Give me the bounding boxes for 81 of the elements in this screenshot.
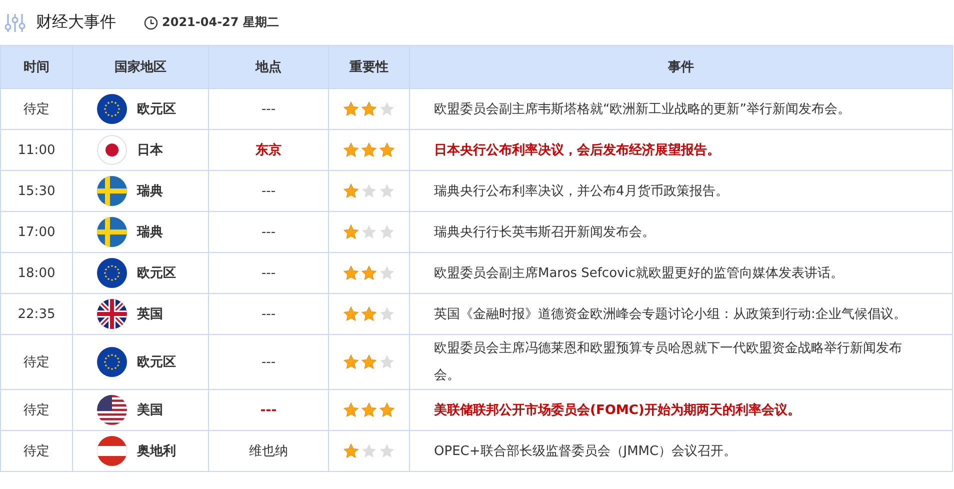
empty-star-icon bbox=[379, 443, 395, 459]
location-text: --- bbox=[261, 102, 276, 116]
time-cell: 待定 bbox=[0, 430, 72, 472]
column-header: 事件 bbox=[410, 46, 952, 88]
filled-star-icon bbox=[343, 224, 359, 240]
time-cell: 15:30 bbox=[0, 170, 72, 212]
date-label: 2021-04-27 星期二 bbox=[162, 14, 279, 31]
sliders-icon bbox=[4, 12, 26, 32]
event-text: 欧盟委员会副主席Maros Sefcovic就欧盟更好的监管向媒体发表讲话。 bbox=[434, 266, 844, 280]
clock-icon bbox=[144, 16, 158, 30]
flag-icon bbox=[97, 176, 127, 206]
filled-star-icon bbox=[361, 101, 377, 117]
empty-star-icon bbox=[361, 443, 377, 459]
column-header: 时间 bbox=[0, 46, 72, 88]
location-text: --- bbox=[261, 306, 276, 322]
country-name: 奥地利 bbox=[137, 443, 176, 460]
filled-star-icon bbox=[343, 183, 359, 199]
flag-icon bbox=[97, 217, 127, 247]
location-text: 东京 bbox=[256, 143, 282, 158]
column-header: 重要性 bbox=[328, 46, 410, 88]
location-text: --- bbox=[261, 184, 276, 198]
event-text: 日本央行公布利率决议，会后发布经济展望报告。 bbox=[434, 142, 720, 158]
flag-icon bbox=[97, 135, 127, 165]
event-text: 美联储联邦公开市场委员会(FOMC)开始为期两天的利率会议。 bbox=[434, 402, 800, 418]
country-name: 美国 bbox=[137, 402, 163, 419]
filled-star-icon bbox=[343, 402, 359, 418]
filled-star-icon bbox=[343, 354, 359, 370]
time-cell: 待定 bbox=[0, 88, 72, 130]
filled-star-icon bbox=[379, 142, 395, 158]
time-cell: 11:00 bbox=[0, 130, 72, 170]
filled-star-icon bbox=[361, 306, 377, 322]
flag-icon bbox=[97, 258, 127, 288]
event-text: 瑞典央行公布利率决议，并公布4月货币政策报告。 bbox=[434, 184, 728, 198]
column-header: 地点 bbox=[208, 46, 328, 88]
empty-star-icon bbox=[361, 183, 377, 199]
event-text: 欧盟委员会副主席韦斯塔格就“欧洲新工业战略的更新”举行新闻发布会。 bbox=[434, 102, 850, 116]
country-name: 英国 bbox=[137, 306, 163, 323]
empty-star-icon bbox=[379, 306, 395, 322]
event-text: OPEC+联合部长级监督委员会（JMMC）会议召开。 bbox=[434, 444, 737, 458]
time-cell: 待定 bbox=[0, 390, 72, 430]
filled-star-icon bbox=[343, 265, 359, 281]
filled-star-icon bbox=[379, 402, 395, 418]
empty-star-icon bbox=[379, 101, 395, 117]
flag-icon bbox=[97, 436, 127, 466]
empty-star-icon bbox=[379, 224, 395, 240]
country-name: 日本 bbox=[137, 142, 163, 159]
flag-icon bbox=[97, 94, 127, 124]
flag-icon bbox=[97, 299, 127, 329]
empty-star-icon bbox=[379, 183, 395, 199]
filled-star-icon bbox=[343, 443, 359, 459]
filled-star-icon bbox=[343, 306, 359, 322]
event-text: 欧盟委员会主席冯德莱恩和欧盟预算专员哈恩就下一代欧盟资金战略举行新闻发布会。 bbox=[434, 341, 902, 383]
country-name: 欧元区 bbox=[137, 354, 176, 371]
filled-star-icon bbox=[361, 354, 377, 370]
flag-icon bbox=[97, 395, 127, 425]
time-cell: 待定 bbox=[0, 334, 72, 390]
flag-icon bbox=[97, 347, 127, 377]
event-text: 瑞典央行行长英韦斯召开新闻发布会。 bbox=[434, 224, 655, 240]
location-text: 维也纳 bbox=[249, 444, 288, 459]
event-text: 英国《金融时报》道德资金欧洲峰会专题讨论小组：从政策到行动:企业气候倡议。 bbox=[434, 306, 906, 322]
time-cell: 17:00 bbox=[0, 212, 72, 252]
filled-star-icon bbox=[361, 142, 377, 158]
country-name: 欧元区 bbox=[137, 265, 176, 282]
empty-star-icon bbox=[379, 265, 395, 281]
country-name: 欧元区 bbox=[137, 101, 176, 118]
filled-star-icon bbox=[343, 142, 359, 158]
empty-star-icon bbox=[379, 354, 395, 370]
location-text: --- bbox=[261, 224, 276, 240]
location-text: --- bbox=[261, 266, 276, 280]
filled-star-icon bbox=[343, 101, 359, 117]
page-title: 财经大事件 bbox=[36, 12, 116, 33]
column-header: 国家地区 bbox=[72, 46, 208, 88]
location-text: --- bbox=[260, 402, 277, 418]
country-name: 瑞典 bbox=[137, 224, 163, 241]
empty-star-icon bbox=[361, 224, 377, 240]
time-cell: 18:00 bbox=[0, 252, 72, 294]
filled-star-icon bbox=[361, 265, 377, 281]
time-cell: 22:35 bbox=[0, 294, 72, 334]
filled-star-icon bbox=[361, 402, 377, 418]
country-name: 瑞典 bbox=[137, 183, 163, 200]
location-text: --- bbox=[261, 354, 276, 370]
